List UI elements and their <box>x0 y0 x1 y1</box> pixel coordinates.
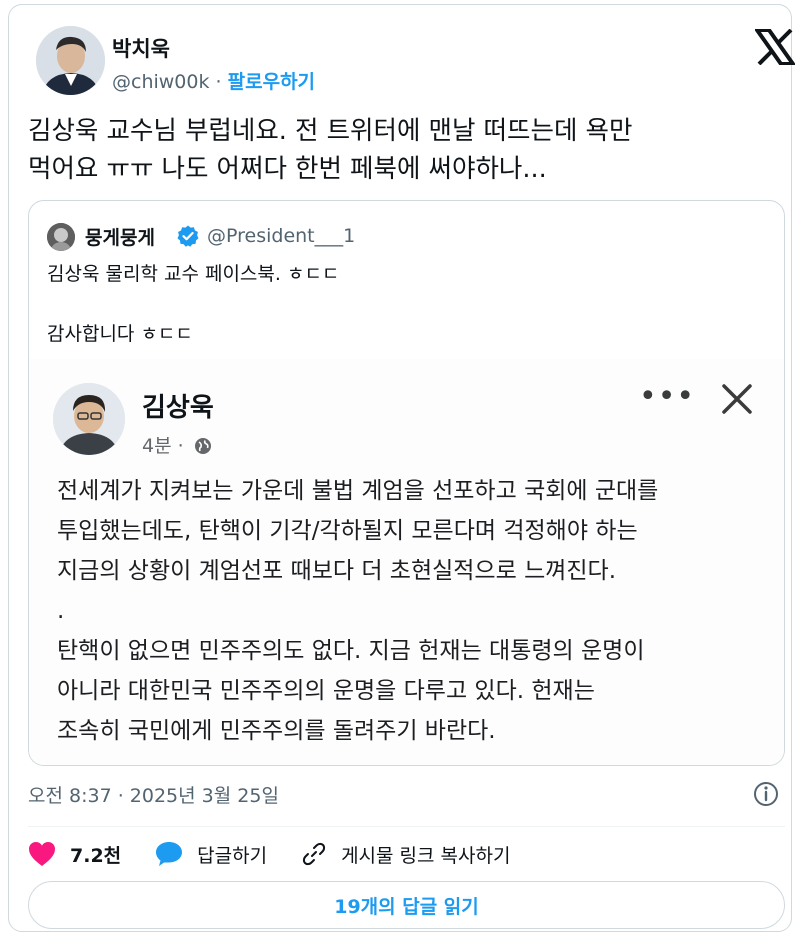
quoted-avatar <box>47 223 75 251</box>
copy-link-label: 게시물 링크 복사하기 <box>341 844 511 867</box>
quoted-handle: @President___1 <box>207 225 356 247</box>
copy-link-button[interactable]: 게시물 링크 복사하기 <box>301 841 510 868</box>
facebook-post-image: 김상욱 4분 · ••• 전세계가 지켜보는 가운데 불법 계엄을 선포하고 국… <box>29 359 784 765</box>
tweet-text-line: 김상욱 교수님 부럽네요. 전 트위터에 맨날 떠뜨는데 욕만 <box>28 116 633 146</box>
tweet-timestamp[interactable]: 오전 8:37 · 2025년 3월 25일 <box>28 781 279 808</box>
facebook-text-separator: . <box>57 598 65 624</box>
quoted-tweet[interactable]: 뭉게뭉게 @President___1 김상욱 물리학 교수 페이스북. ㅎㄷㄷ… <box>28 200 785 766</box>
facebook-text-line: 투입했는데도, 탄핵이 기각/각하될지 모른다며 걱정해야 하는 <box>57 518 638 544</box>
meta-separator: · <box>215 71 222 93</box>
more-icon: ••• <box>639 379 696 414</box>
author-handle[interactable]: @chiw00k <box>112 71 210 93</box>
globe-icon <box>194 438 211 454</box>
author-meta: @chiw00k · 팔로우하기 <box>112 67 315 94</box>
facebook-author-name: 김상욱 <box>142 393 214 423</box>
like-button[interactable]: 7.2천 <box>28 841 121 868</box>
tweet-text: 김상욱 교수님 부럽네요. 전 트위터에 맨날 떠뜨는데 욕만 먹어요 ㅠㅠ 나… <box>28 112 778 188</box>
facebook-avatar <box>53 383 125 455</box>
facebook-post-text: 전세계가 지켜보는 가운데 불법 계엄을 선포하고 국회에 군대를 투입했는데도… <box>57 471 777 751</box>
reply-button[interactable]: 답글하기 <box>155 841 267 868</box>
x-logo-icon[interactable] <box>755 29 795 65</box>
action-bar: 7.2천 답글하기 게시물 링크 복사하기 <box>28 838 544 870</box>
quoted-text-line: 감사합니다 ㅎㄷㄷ <box>47 323 193 345</box>
like-count: 7.2천 <box>70 844 122 867</box>
close-icon <box>722 384 752 414</box>
read-replies-button[interactable]: 19개의 답글 읽기 <box>28 881 785 929</box>
author-avatar[interactable] <box>36 26 105 95</box>
facebook-post-time: 4분 · <box>142 435 184 457</box>
facebook-text-line: 조속히 국민에게 민주주의를 돌려주기 바란다. <box>57 718 496 744</box>
heart-icon <box>29 842 55 866</box>
facebook-text-line: 탄핵이 없으면 민주주의도 없다. 지금 헌재는 대통령의 운명이 <box>57 638 645 664</box>
reply-label: 답글하기 <box>197 844 268 867</box>
reply-bubble-icon <box>156 842 183 866</box>
verified-badge-icon <box>177 225 199 247</box>
quoted-name: 뭉게뭉게 <box>85 227 155 249</box>
facebook-text-line: 지금의 상황이 계엄선포 때보다 더 초현실적으로 느껴진다. <box>57 558 617 584</box>
facebook-text-line: 아니라 대한민국 민주주의의 운명을 다루고 있다. 헌재는 <box>57 678 595 704</box>
quoted-text-line: 김상욱 물리학 교수 페이스북. ㅎㄷㄷ <box>47 263 340 285</box>
author-name[interactable]: 박치욱 <box>112 33 170 63</box>
divider <box>28 826 785 827</box>
link-icon <box>303 842 326 866</box>
facebook-post-meta: 4분 · <box>142 431 212 458</box>
follow-button[interactable]: 팔로우하기 <box>228 71 315 93</box>
facebook-text-line: 전세계가 지켜보는 가운데 불법 계엄을 선포하고 국회에 군대를 <box>57 478 659 504</box>
info-icon[interactable] <box>752 780 780 808</box>
tweet-text-line: 먹어요 ㅠㅠ 나도 어쩌다 한번 페북에 써야하나... <box>28 154 547 184</box>
